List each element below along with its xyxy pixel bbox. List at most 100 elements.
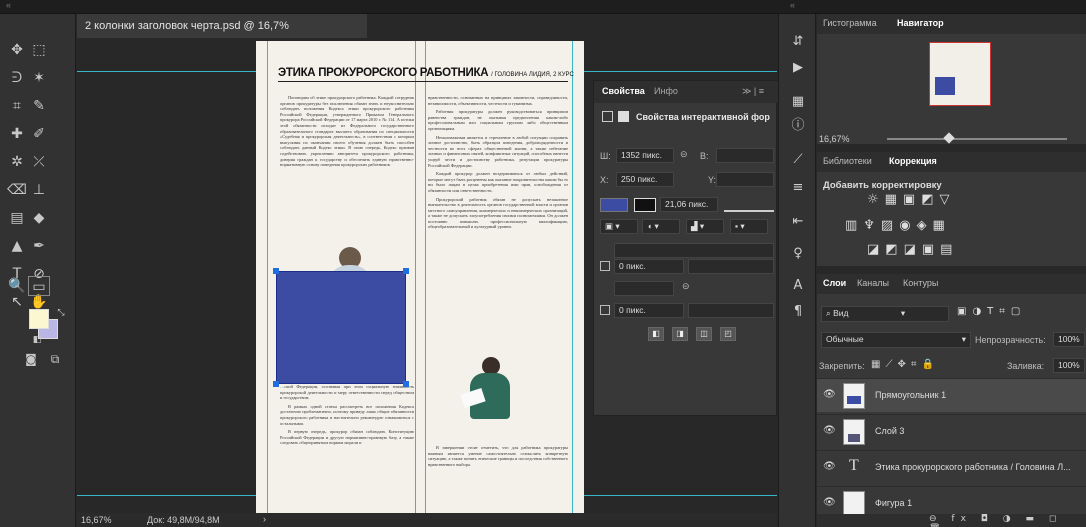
layer-row[interactable]: 👁 Слой 3 (817, 414, 1086, 448)
healing-brush-tool-icon[interactable]: ✚ (6, 124, 28, 144)
width-field[interactable]: 1352 пикс. (616, 148, 674, 163)
selected-rectangle-shape[interactable] (273, 268, 409, 387)
visibility-eye-icon[interactable]: 👁 (823, 425, 836, 436)
zoom-slider-thumb[interactable] (943, 132, 955, 144)
visibility-eye-icon[interactable]: 👁 (823, 497, 836, 508)
brushes-icon[interactable]: ≡ (787, 178, 809, 198)
brush-tool-icon[interactable]: ✐ (28, 124, 50, 144)
transform-handle[interactable] (403, 268, 409, 274)
layer-name[interactable]: Фигура 1 (875, 498, 912, 508)
pathfinder-unite-button[interactable]: ◧ (648, 327, 664, 341)
rectangle-tool-icon[interactable]: ▭ (28, 276, 50, 296)
paragraph-icon[interactable]: ¶ (787, 302, 809, 322)
tab-histogram[interactable]: Гистограмма (823, 18, 877, 28)
glyphs-icon[interactable]: ▦ (787, 92, 809, 112)
clone-stamp-tool-icon[interactable]: ✲ (6, 152, 28, 172)
stamp-tool-icon[interactable]: ⊥ (28, 180, 50, 200)
stroke-type-dropdown[interactable] (724, 197, 774, 212)
lock-icons[interactable]: ▦⟋✥⌗🔒 (871, 359, 939, 370)
pathfinder-exclude-button[interactable]: ◰ (720, 327, 736, 341)
layer-filter-search[interactable]: ⌕ Вид ▾ (821, 306, 949, 322)
layer-filter-icons[interactable]: ▣◑T⌗▢ (957, 306, 1026, 317)
magic-wand-tool-icon[interactable]: ✶ (28, 68, 50, 88)
tab-paths[interactable]: Контуры (903, 278, 938, 288)
stroke-joins-dropdown[interactable]: ▟ ▾ (686, 219, 724, 234)
tab-libraries[interactable]: Библиотеки (823, 156, 872, 166)
corner-radius-field-1[interactable]: 0 пикс. (614, 259, 684, 274)
layer-name[interactable]: Прямоугольник 1 (875, 390, 946, 400)
crop-tool-icon[interactable]: ⌗ (6, 96, 28, 116)
styles-icon[interactable]: ♀ (787, 244, 809, 264)
adjustment-icons-row-1[interactable]: ☼▦▣◩▽ (867, 192, 956, 207)
y-field[interactable] (716, 172, 774, 187)
navigator-preview[interactable] (929, 42, 991, 106)
link-corners-icon[interactable]: ⊝ (682, 281, 690, 292)
x-field[interactable]: 250 пикс. (616, 172, 674, 187)
adjustment-icons-row-3[interactable]: ◪◩◪▣▤ (867, 242, 958, 257)
stroke-caps-dropdown[interactable]: ◖ ▾ (642, 219, 680, 234)
tab-navigator[interactable]: Навигатор (897, 18, 944, 28)
zoom-slider[interactable] (887, 138, 1067, 140)
transform-handle[interactable] (403, 381, 409, 387)
zoom-readout[interactable]: 16,67% (81, 515, 112, 525)
stroke-width-field[interactable]: 21,06 пикс. (660, 197, 718, 212)
panel-menu-icon[interactable]: ≫ | ≡ (742, 86, 764, 97)
fill-color-swatch[interactable] (600, 198, 628, 212)
eyedropper-tool-icon[interactable]: ✎ (28, 96, 50, 116)
corner-radius-field-5[interactable] (688, 303, 774, 318)
quick-mask-icon[interactable]: ◙ (20, 349, 42, 369)
screen-mode-icon[interactable]: ⧉ (44, 349, 66, 369)
info-icon[interactable]: ⓘ (787, 116, 809, 136)
layer-row[interactable]: 👁 T Этика прокурорского работника / Голо… (817, 450, 1086, 484)
tab-channels[interactable]: Каналы (857, 278, 889, 288)
marquee-tool-icon[interactable]: ⬚ (28, 40, 50, 60)
pen-tool-icon[interactable]: ✒ (28, 236, 50, 256)
corner-radius-field-2[interactable] (688, 259, 774, 274)
pathfinder-subtract-button[interactable]: ◨ (672, 327, 688, 341)
fill-field[interactable]: 100% (1053, 358, 1085, 373)
visibility-eye-icon[interactable]: 👁 (823, 389, 836, 400)
empty-field[interactable] (614, 243, 774, 258)
zoom-tool-icon[interactable]: 🔍 (6, 276, 28, 296)
visibility-eye-icon[interactable]: 👁 (823, 461, 836, 472)
swap-colors-icon[interactable]: ⤡ (50, 303, 72, 323)
brush-settings-icon[interactable]: ⟋ (787, 150, 809, 170)
panel-collapse-icon[interactable]: « (6, 0, 11, 10)
height-field[interactable] (716, 148, 774, 163)
tab-properties[interactable]: Свойства (602, 86, 645, 96)
layer-row[interactable]: 👁 Прямоугольник 1 (817, 378, 1086, 412)
link-dimensions-icon[interactable]: ⊝ (680, 149, 688, 160)
tab-info[interactable]: Инфо (654, 86, 678, 96)
dodge-tool-icon[interactable]: ▲ (6, 236, 28, 256)
blend-mode-dropdown[interactable]: Обычные ▾ (821, 332, 971, 348)
paragraph-styles-icon[interactable]: ⇤ (787, 212, 809, 232)
opacity-field[interactable]: 100% (1053, 332, 1085, 347)
play-icon[interactable]: ▶ (787, 58, 809, 78)
history-icon[interactable]: ⇵ (787, 32, 809, 52)
stroke-align-dropdown[interactable]: ▣ ▾ (600, 219, 638, 234)
lasso-tool-icon[interactable]: ᕭ (6, 68, 28, 88)
move-tool-icon[interactable]: ✥ (6, 40, 28, 60)
panel-collapse-icon-right[interactable]: « (790, 0, 795, 10)
character-icon[interactable]: A (787, 276, 809, 296)
stroke-color-swatch[interactable] (634, 198, 656, 212)
tab-layers[interactable]: Слои (823, 278, 846, 288)
transform-handle[interactable] (273, 268, 279, 274)
status-chevron-icon[interactable]: › (263, 514, 266, 524)
gradient-tool-icon[interactable]: ▤ (6, 208, 28, 228)
tab-correction[interactable]: Коррекция (889, 156, 937, 166)
transform-handle[interactable] (273, 381, 279, 387)
document-tab[interactable]: 2 колонки заголовок черта.psd @ 16,7% (П… (77, 14, 367, 56)
default-colors-icon[interactable]: ◧ (26, 330, 48, 350)
eraser-tool-icon[interactable]: ⌫ (6, 180, 28, 200)
layer-name[interactable]: Этика прокурорского работника / Головина… (875, 462, 1071, 472)
corner-radius-field-4[interactable]: 0 пикс. (614, 303, 684, 318)
stroke-options-dropdown[interactable]: ▪ ▾ (730, 219, 768, 234)
layer-name[interactable]: Слой 3 (875, 426, 904, 436)
adjustment-icons-row-2[interactable]: ▥♆▨◉◈▦ (845, 218, 951, 233)
history-brush-tool-icon[interactable]: ⤫ (28, 152, 50, 172)
navigator-zoom[interactable]: 16,67% (819, 134, 850, 144)
blur-tool-icon[interactable]: ◆ (28, 208, 50, 228)
pathfinder-intersect-button[interactable]: ◫ (696, 327, 712, 341)
layers-footer-icons[interactable]: ⊖ fx ◘ ◑ ▬ ◻ 🗑 (929, 514, 1086, 527)
